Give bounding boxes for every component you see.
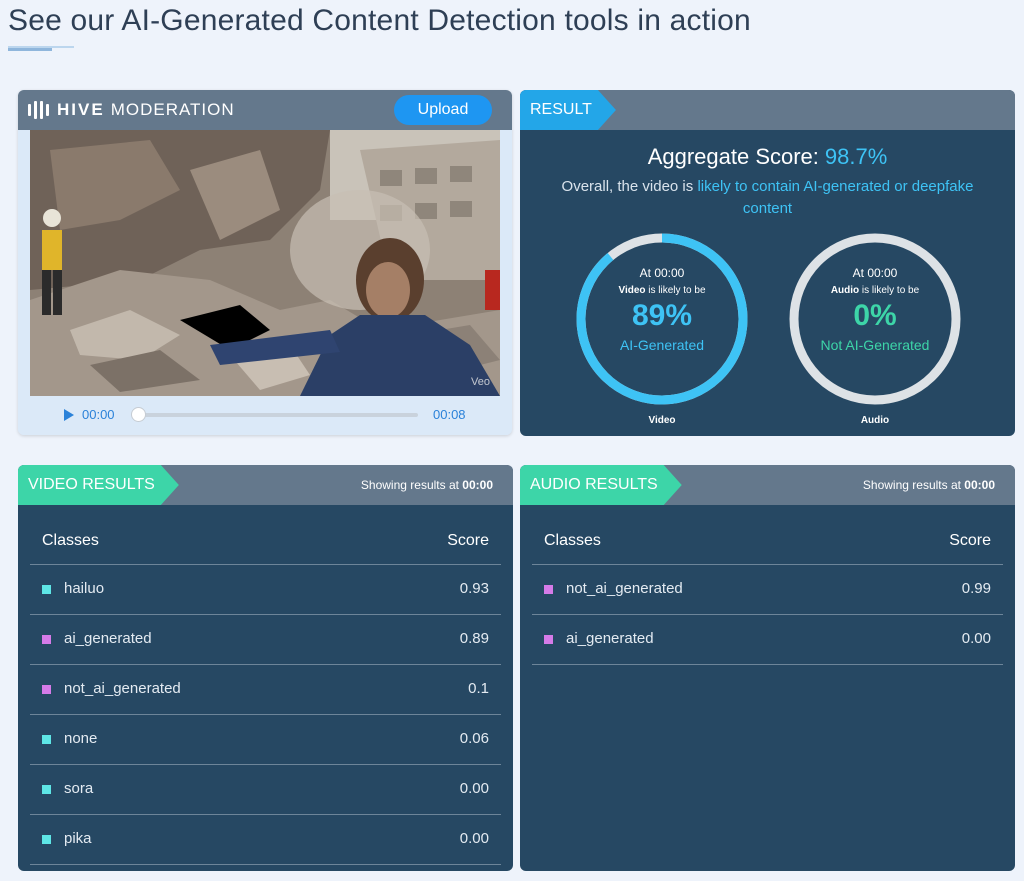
video-gauge-media: Video	[618, 285, 646, 296]
audio-gauge: At 00:00 Audio is likely to be 0% Not AI…	[787, 231, 963, 407]
class-color-swatch	[42, 685, 51, 694]
audio-results-showing: Showing results at 00:00	[863, 478, 995, 492]
class-color-swatch	[42, 785, 51, 794]
audio-table-header: Classes Score	[532, 517, 1003, 565]
video-table-row: pika 0.00	[30, 815, 501, 865]
class-name: none	[64, 730, 98, 747]
video-col-classes: Classes	[42, 532, 99, 549]
video-still-image	[30, 130, 500, 396]
class-score: 0.93	[459, 580, 489, 597]
result-header: RESULT	[520, 90, 1015, 130]
player-header: HIVE MODERATION Upload	[18, 90, 512, 130]
summary-highlight: likely to contain AI-generated or deepfa…	[697, 178, 974, 217]
video-results-header: VIDEO RESULTS Showing results at 00:00	[18, 465, 513, 505]
video-frame[interactable]: Veo	[30, 130, 500, 396]
video-table-row: ai_generated 0.89	[30, 615, 501, 665]
class-score: 0.00	[459, 830, 489, 847]
video-table-row: none 0.06	[30, 715, 501, 765]
video-gauge: At 00:00 Video is likely to be 89% AI-Ge…	[574, 231, 750, 407]
class-score: 0.06	[459, 730, 489, 747]
play-icon[interactable]	[64, 409, 74, 421]
page-title: See our AI-Generated Content Detection t…	[8, 4, 751, 37]
result-card: RESULT Aggregate Score: 98.7% Overall, th…	[520, 90, 1015, 436]
class-score: 0.1	[468, 680, 489, 697]
audio-results-tag: AUDIO RESULTS	[520, 465, 682, 505]
audio-col-classes: Classes	[544, 532, 601, 549]
class-score: 0.00	[459, 780, 489, 797]
video-results-tag: VIDEO RESULTS	[18, 465, 179, 505]
class-color-swatch	[42, 735, 51, 744]
video-gauge-subtitle: Video is likely to be	[574, 285, 750, 296]
aggregate-score: Aggregate Score: 98.7%	[520, 144, 1015, 170]
video-gauge-verdict: AI-Generated	[619, 337, 705, 353]
current-time: 00:00	[82, 407, 115, 422]
logo-text-bold: HIVE	[57, 100, 105, 119]
audio-gauge-time: At 00:00	[852, 266, 898, 280]
video-gauge-time: At 00:00	[639, 266, 685, 280]
total-time: 00:08	[433, 407, 466, 422]
class-name: sora	[64, 780, 94, 797]
audio-gauge-percent: 0%	[853, 299, 897, 332]
audio-gauge-likely: is likely to be	[859, 285, 920, 296]
class-name: pika	[64, 830, 92, 847]
result-summary: Overall, the video is likely to contain …	[540, 176, 995, 220]
class-color-swatch	[42, 635, 51, 644]
class-color-swatch	[42, 835, 51, 844]
class-name: not_ai_generated	[64, 680, 181, 697]
class-score: 0.99	[961, 580, 991, 597]
video-table-row: not_ai_generated 0.1	[30, 665, 501, 715]
audio-results-card: AUDIO RESULTS Showing results at 00:00 C…	[520, 465, 1015, 871]
audio-results-header: AUDIO RESULTS Showing results at 00:00	[520, 465, 1015, 505]
video-col-score: Score	[447, 532, 489, 549]
video-gauge-percent: 89%	[631, 299, 693, 332]
class-score: 0.00	[961, 630, 991, 647]
audio-gauge-subtitle: Audio is likely to be	[787, 285, 963, 296]
seek-thumb[interactable]	[131, 407, 146, 422]
video-gauge-likely: is likely to be	[645, 285, 706, 296]
aggregate-value: 98.7%	[824, 144, 888, 169]
audio-gauge-caption: Audio	[860, 415, 890, 426]
audio-table-row: not_ai_generated 0.99	[532, 565, 1003, 615]
hive-logo-icon	[28, 101, 49, 119]
audio-gauge-verdict: Not AI-Generated	[820, 337, 930, 353]
video-player-card: HIVE MODERATION Upload Veo 00:00 00:08	[18, 90, 512, 435]
video-results-card: VIDEO RESULTS Showing results at 00:00 C…	[18, 465, 513, 871]
video-table-header: Classes Score	[30, 517, 501, 565]
audio-col-score: Score	[949, 532, 991, 549]
upload-button[interactable]: Upload	[394, 95, 492, 125]
aggregate-label: Aggregate Score:	[647, 144, 819, 169]
class-name: not_ai_generated	[566, 580, 683, 597]
video-table-row: sora 0.00	[30, 765, 501, 815]
logo-text-light: MODERATION	[110, 100, 235, 119]
hive-logo: HIVE MODERATION	[28, 100, 235, 120]
video-showing-time: 00:00	[462, 478, 493, 492]
audio-showing-prefix: Showing results at	[862, 478, 965, 492]
video-watermark: Veo	[471, 376, 490, 388]
class-name: ai_generated	[64, 630, 152, 647]
video-results-showing: Showing results at 00:00	[361, 478, 493, 492]
audio-table-row: ai_generated 0.00	[532, 615, 1003, 665]
result-tag: RESULT	[520, 90, 616, 130]
class-color-swatch	[42, 585, 51, 594]
video-showing-prefix: Showing results at	[360, 478, 463, 492]
video-table-row: hailuo 0.93	[30, 565, 501, 615]
class-color-swatch	[544, 635, 553, 644]
class-score: 0.89	[459, 630, 489, 647]
seek-track[interactable]	[138, 413, 418, 417]
player-controls: 00:00 00:08	[18, 396, 512, 435]
class-name: ai_generated	[566, 630, 654, 647]
audio-showing-time: 00:00	[964, 478, 995, 492]
video-gauge-caption: Video	[648, 415, 676, 426]
audio-gauge-media: Audio	[830, 285, 860, 296]
class-name: hailuo	[64, 580, 105, 597]
summary-prefix: Overall, the video is	[561, 178, 698, 195]
class-color-swatch	[544, 585, 553, 594]
title-underline	[8, 46, 74, 51]
